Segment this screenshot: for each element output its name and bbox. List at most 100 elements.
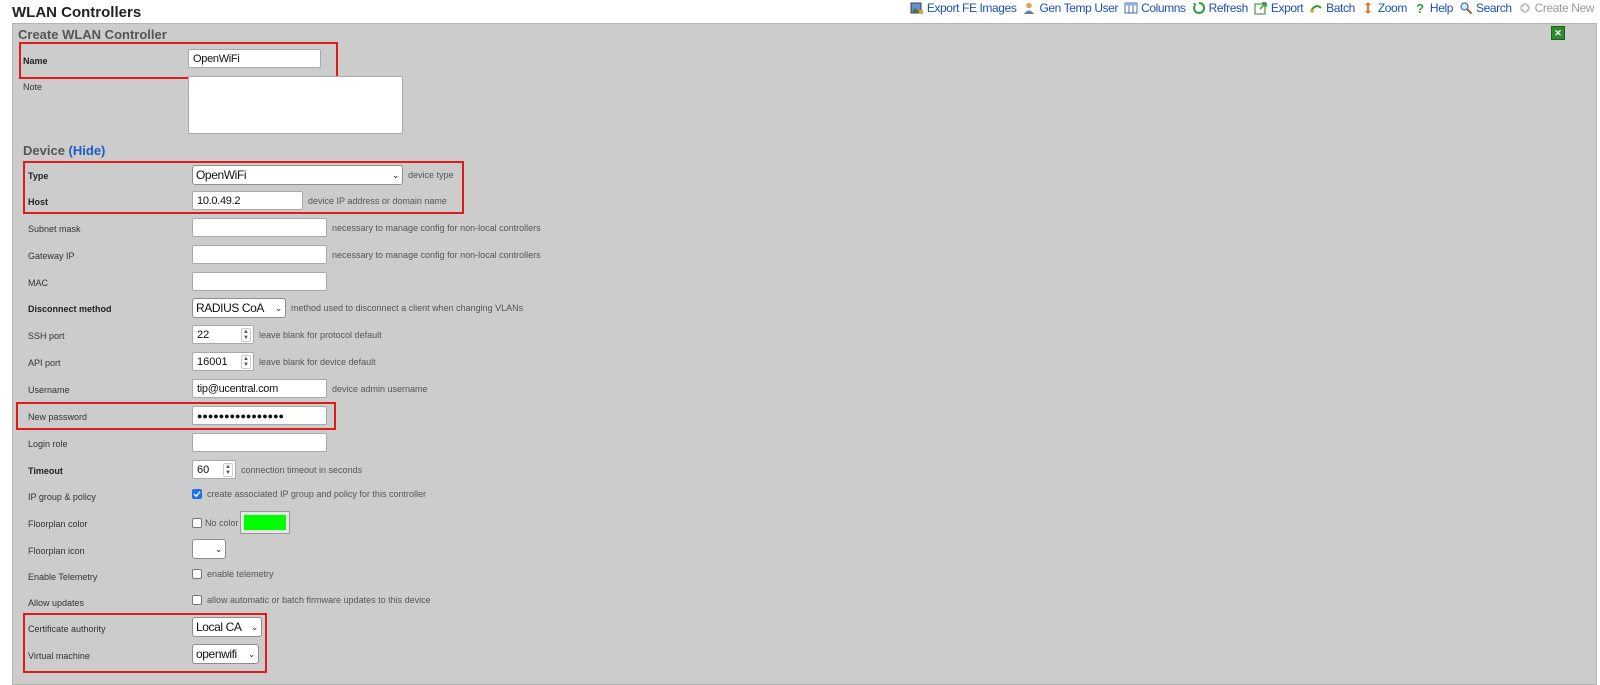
chevron-down-icon: ⌄ bbox=[391, 169, 400, 180]
spinner-icon[interactable]: ▲ ▼ bbox=[241, 354, 251, 369]
note-label: Note bbox=[23, 82, 43, 92]
chevron-down-icon: ⌄ bbox=[214, 543, 223, 554]
gateway-ip-input[interactable] bbox=[192, 245, 327, 264]
help-button[interactable]: ? Help bbox=[1413, 0, 1454, 16]
gateway-ip-label: Gateway IP bbox=[28, 251, 75, 261]
chevron-down-icon: ⌄ bbox=[250, 621, 259, 632]
host-hint: device IP address or domain name bbox=[308, 195, 447, 206]
columns-icon bbox=[1124, 1, 1138, 15]
username-label: Username bbox=[28, 385, 70, 395]
allow-updates-label: Allow updates bbox=[28, 598, 85, 608]
subnet-mask-label: Subnet mask bbox=[28, 224, 81, 234]
search-label: Search bbox=[1476, 1, 1512, 15]
virtual-machine-select[interactable]: openwifi ⌄ bbox=[192, 644, 259, 664]
export-button[interactable]: Export bbox=[1254, 1, 1304, 15]
zoom-label: Zoom bbox=[1377, 1, 1407, 15]
floorplan-icon-select[interactable]: ⌄ bbox=[192, 539, 226, 559]
help-label: Help bbox=[1429, 1, 1454, 15]
login-role-input[interactable] bbox=[192, 433, 327, 452]
zoom-button[interactable]: Zoom bbox=[1361, 1, 1407, 15]
refresh-button[interactable]: Refresh bbox=[1192, 1, 1248, 15]
ssh-port-input[interactable]: 22 ▲ ▼ bbox=[192, 325, 254, 344]
spinner-icon[interactable]: ▲ ▼ bbox=[241, 327, 251, 342]
device-section-label: Device bbox=[23, 143, 65, 158]
enable-telemetry-hint: enable telemetry bbox=[207, 569, 274, 579]
columns-label: Columns bbox=[1141, 1, 1186, 15]
no-color-label: No color bbox=[205, 517, 239, 528]
batch-icon bbox=[1309, 1, 1323, 15]
export-fe-images-label: Export FE Images bbox=[926, 1, 1017, 15]
type-label: Type bbox=[28, 171, 49, 181]
disconnect-method-label: Disconnect method bbox=[28, 304, 112, 314]
spinner-icon[interactable]: ▲ ▼ bbox=[223, 462, 233, 477]
virtual-machine-label: Virtual machine bbox=[28, 651, 90, 661]
enable-telemetry-label: Enable Telemetry bbox=[28, 572, 98, 582]
chevron-down-icon: ⌄ bbox=[247, 648, 256, 659]
export-icon bbox=[1254, 1, 1268, 15]
columns-button[interactable]: Columns bbox=[1124, 1, 1186, 15]
disconnect-method-value: RADIUS CoA bbox=[196, 301, 265, 315]
api-port-label: API port bbox=[28, 358, 61, 368]
add-icon bbox=[1518, 1, 1532, 15]
hide-device-link[interactable]: (Hide) bbox=[69, 143, 106, 158]
user-icon bbox=[1022, 1, 1036, 15]
timeout-hint: connection timeout in seconds bbox=[241, 464, 363, 475]
type-hint: device type bbox=[408, 170, 454, 180]
username-hint: device admin username bbox=[332, 383, 428, 394]
gen-temp-user-label: Gen Temp User bbox=[1039, 1, 1119, 15]
disconnect-method-select[interactable]: RADIUS CoA ⌄ bbox=[192, 298, 286, 318]
disconnect-method-hint: method used to disconnect a client when … bbox=[291, 303, 524, 313]
ssh-port-value: 22 bbox=[197, 328, 210, 341]
enable-telemetry-checkbox[interactable] bbox=[192, 569, 202, 579]
host-label: Host bbox=[28, 197, 48, 207]
help-icon: ? bbox=[1416, 0, 1424, 16]
subnet-mask-input[interactable] bbox=[192, 218, 327, 237]
api-port-value: 16001 bbox=[197, 355, 228, 368]
allow-updates-checkbox[interactable] bbox=[192, 595, 202, 605]
login-role-label: Login role bbox=[28, 439, 68, 449]
gen-temp-user-button[interactable]: Gen Temp User bbox=[1022, 1, 1118, 15]
floorplan-color-label: Floorplan color bbox=[28, 519, 88, 529]
type-value: OpenWiFi bbox=[196, 168, 247, 182]
certificate-authority-value: Local CA bbox=[196, 620, 242, 634]
toolbar: Export FE Images Gen Temp User Columns R… bbox=[910, 0, 1594, 16]
search-icon bbox=[1459, 1, 1473, 15]
color-swatch[interactable] bbox=[239, 511, 290, 534]
chevron-down-icon: ⌄ bbox=[274, 302, 283, 313]
api-port-hint: leave blank for device default bbox=[259, 356, 376, 367]
form-title: Create WLAN Controller bbox=[18, 27, 167, 42]
note-textarea[interactable] bbox=[188, 76, 403, 134]
new-password-input[interactable]: ●●●●●●●●●●●●●●●● bbox=[192, 406, 327, 425]
ssh-port-hint: leave blank for protocol default bbox=[259, 329, 382, 340]
gateway-ip-hint: necessary to manage config for non-local… bbox=[332, 249, 541, 260]
ssh-port-label: SSH port bbox=[28, 331, 65, 341]
host-input[interactable]: 10.0.49.2 bbox=[192, 191, 303, 210]
name-input[interactable]: OpenWiFi bbox=[188, 49, 321, 68]
export-label: Export bbox=[1270, 1, 1304, 15]
certificate-authority-select[interactable]: Local CA ⌄ bbox=[192, 617, 262, 637]
search-button[interactable]: Search bbox=[1459, 1, 1512, 15]
virtual-machine-value: openwifi bbox=[196, 647, 237, 661]
mac-input[interactable] bbox=[192, 272, 327, 291]
timeout-input[interactable]: 60 ▲ ▼ bbox=[192, 460, 236, 479]
timeout-label: Timeout bbox=[28, 466, 63, 476]
export-fe-images-button[interactable]: Export FE Images bbox=[910, 1, 1017, 15]
no-color-checkbox[interactable] bbox=[192, 517, 202, 528]
batch-label: Batch bbox=[1326, 1, 1355, 15]
device-section-title: Device (Hide) bbox=[23, 143, 105, 158]
username-input[interactable]: tip@ucentral.com bbox=[192, 379, 327, 398]
name-label: Name bbox=[23, 56, 48, 66]
subnet-mask-hint: necessary to manage config for non-local… bbox=[332, 222, 541, 233]
zoom-icon bbox=[1361, 1, 1375, 15]
image-export-icon bbox=[910, 1, 924, 15]
type-select[interactable]: OpenWiFi ⌄ bbox=[192, 165, 403, 185]
allow-updates-hint: allow automatic or batch firmware update… bbox=[207, 595, 431, 605]
api-port-input[interactable]: 16001 ▲ ▼ bbox=[192, 352, 254, 371]
create-new-button[interactable]: Create New bbox=[1518, 1, 1594, 15]
close-button[interactable]: ✕ bbox=[1551, 26, 1565, 40]
mac-label: MAC bbox=[28, 278, 48, 288]
close-icon: ✕ bbox=[1554, 28, 1562, 38]
ip-group-policy-checkbox[interactable] bbox=[192, 489, 202, 499]
batch-button[interactable]: Batch bbox=[1309, 1, 1355, 15]
timeout-value: 60 bbox=[197, 463, 210, 476]
